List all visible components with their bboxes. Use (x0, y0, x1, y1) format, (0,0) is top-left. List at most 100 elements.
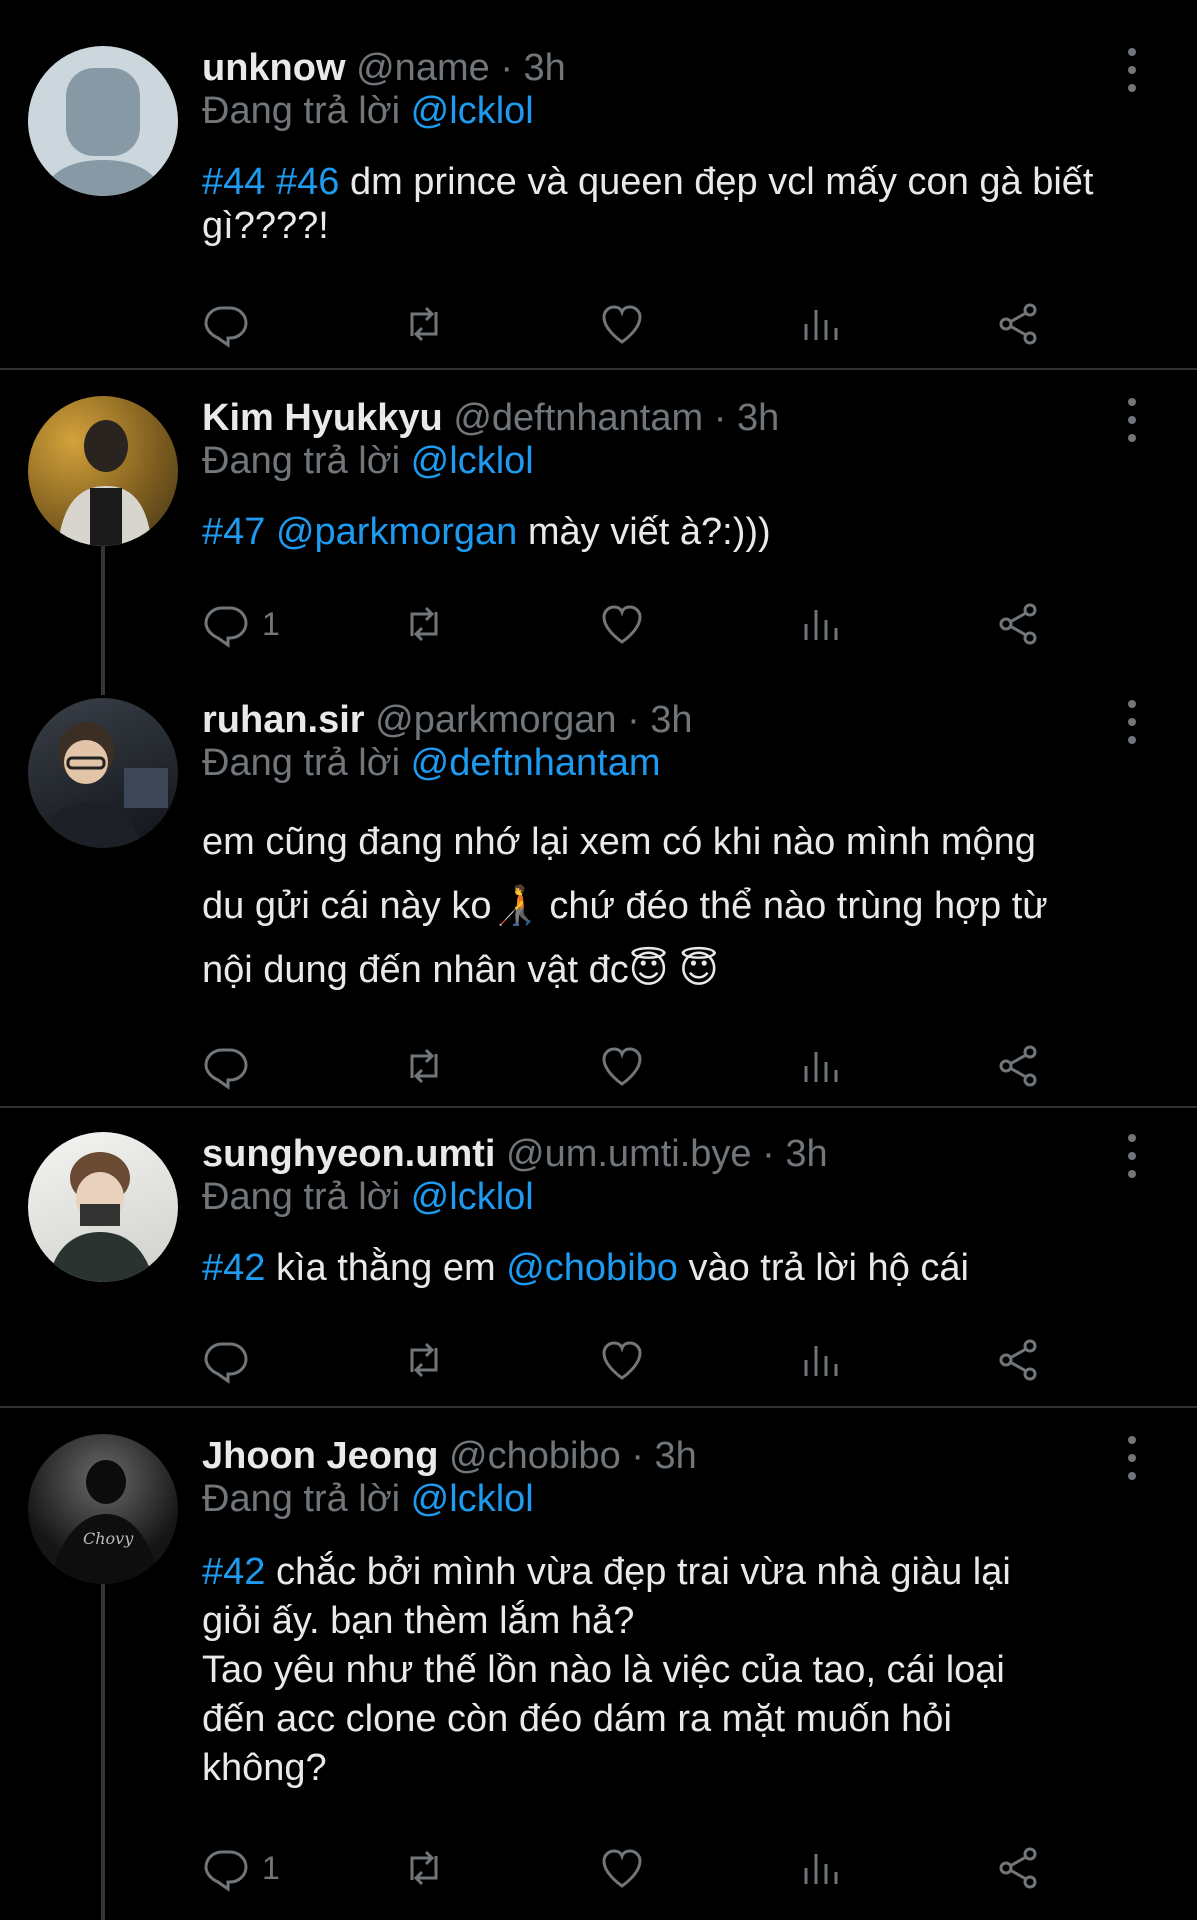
hashtag[interactable]: #46 (276, 161, 339, 203)
reply-button[interactable]: 1 (202, 1838, 280, 1898)
display-name[interactable]: sunghyeon.umti (202, 1133, 495, 1175)
retweet-icon (400, 600, 448, 648)
replying-prefix: Đang trả lời (202, 90, 401, 132)
tweet-line: giỏi ấy. bạn thèm lắm hả? (202, 1600, 635, 1642)
tweet-line: đến acc clone còn đéo dám ra mặt muốn hỏ… (202, 1698, 952, 1740)
avatar[interactable] (28, 46, 178, 196)
like-button[interactable] (598, 1036, 646, 1096)
default-profile-icon (42, 68, 164, 196)
share-button[interactable] (994, 1036, 1042, 1096)
more-options-icon[interactable] (1117, 398, 1147, 442)
views-button[interactable] (796, 1330, 844, 1390)
reply-button[interactable] (202, 1036, 250, 1096)
timestamp[interactable]: 3h (650, 699, 692, 741)
retweet-button[interactable] (400, 1330, 448, 1390)
separator-dot: · (500, 47, 513, 89)
tweet-line: không? (202, 1747, 327, 1789)
reply-icon (202, 1336, 250, 1384)
avatar[interactable] (28, 698, 178, 848)
tweet-body: mày viết à?:))) (527, 511, 771, 553)
hashtag[interactable]: #44 (202, 161, 265, 203)
like-button[interactable] (598, 594, 646, 654)
hashtag[interactable]: #42 (202, 1551, 265, 1593)
display-name[interactable]: unknow (202, 47, 346, 89)
tweet-text: #42 kìa thằng em @chobibo vào trả lời hộ… (202, 1246, 1162, 1290)
divider (0, 1406, 1197, 1408)
user-handle[interactable]: @deftnhantam (453, 397, 703, 439)
reply-to-handle[interactable]: @lcklol (411, 440, 534, 482)
hashtag[interactable]: #47 (202, 511, 265, 553)
reply-button[interactable] (202, 294, 250, 354)
retweet-button[interactable] (400, 594, 448, 654)
thread-connector (101, 1584, 105, 1920)
replying-to: Đang trả lời @deftnhantam (202, 742, 661, 785)
retweet-button[interactable] (400, 1838, 448, 1898)
reply-button[interactable]: 1 (202, 594, 280, 654)
hashtag[interactable]: #42 (202, 1247, 265, 1289)
views-button[interactable] (796, 294, 844, 354)
heart-icon (598, 1844, 646, 1892)
timestamp[interactable]: 3h (785, 1133, 827, 1175)
separator-dot: · (627, 699, 640, 741)
like-button[interactable] (598, 1330, 646, 1390)
timestamp[interactable]: 3h (524, 47, 566, 89)
retweet-button[interactable] (400, 1036, 448, 1096)
reply-to-handle[interactable]: @lcklol (411, 1478, 534, 1520)
divider (0, 1106, 1197, 1108)
share-button[interactable] (994, 294, 1042, 354)
reply-to-handle[interactable]: @lcklol (411, 90, 534, 132)
avatar[interactable]: Chovy (28, 1434, 178, 1584)
timestamp[interactable]: 3h (737, 397, 779, 439)
more-options-icon[interactable] (1117, 1436, 1147, 1480)
thread-connector (101, 545, 105, 695)
user-handle[interactable]: @name (356, 47, 490, 89)
tweet-line: em cũng đang nhớ lại xem có khi nào mình… (202, 821, 1036, 863)
views-button[interactable] (796, 1036, 844, 1096)
share-button[interactable] (994, 1330, 1042, 1390)
replying-to: Đang trả lời @lcklol (202, 1478, 534, 1521)
display-name[interactable]: Kim Hyukkyu (202, 397, 443, 439)
separator-dot: · (631, 1435, 644, 1477)
retweet-button[interactable] (400, 294, 448, 354)
share-button[interactable] (994, 594, 1042, 654)
avatar[interactable] (28, 396, 178, 546)
user-handle[interactable]: @chobibo (449, 1435, 621, 1477)
reply-count: 1 (262, 605, 280, 642)
user-handle[interactable]: @um.umti.bye (506, 1133, 752, 1175)
more-options-icon[interactable] (1117, 48, 1147, 92)
like-button[interactable] (598, 294, 646, 354)
reply-button[interactable] (202, 1330, 250, 1390)
reply-count: 1 (262, 1849, 280, 1886)
reply-to-handle[interactable]: @deftnhantam (411, 742, 661, 784)
views-icon (796, 300, 844, 348)
user-handle[interactable]: @parkmorgan (375, 699, 616, 741)
retweet-icon (400, 300, 448, 348)
mention[interactable]: @parkmorgan (276, 511, 517, 553)
display-name[interactable]: ruhan.sir (202, 699, 365, 741)
timestamp[interactable]: 3h (654, 1435, 696, 1477)
replying-to: Đang trả lời @lcklol (202, 90, 534, 133)
action-bar (202, 1330, 1082, 1390)
tweet-text: #42 chắc bởi mình vừa đẹp trai vừa nhà g… (202, 1548, 1162, 1793)
share-button[interactable] (994, 1838, 1042, 1898)
more-options-icon[interactable] (1117, 1134, 1147, 1178)
reply-to-handle[interactable]: @lcklol (411, 1176, 534, 1218)
action-bar (202, 1036, 1082, 1096)
views-button[interactable] (796, 1838, 844, 1898)
tweet-text: #44 #46 dm prince và queen đẹp vcl mấy c… (202, 160, 1162, 248)
replying-to: Đang trả lời @lcklol (202, 1176, 534, 1219)
display-name[interactable]: Jhoon Jeong (202, 1435, 438, 1477)
more-options-icon[interactable] (1117, 700, 1147, 744)
tweet-text: #47 @parkmorgan mày viết à?:))) (202, 510, 1162, 554)
avatar[interactable] (28, 1132, 178, 1282)
tweet-line: nội dung đến nhân vật đc😇 😇 (202, 949, 719, 991)
views-button[interactable] (796, 594, 844, 654)
person-photo-icon (38, 722, 168, 848)
like-button[interactable] (598, 1838, 646, 1898)
tweet-body: vào trả lời hộ cái (688, 1247, 969, 1289)
retweet-icon (400, 1042, 448, 1090)
mention[interactable]: @chobibo (506, 1247, 678, 1289)
reply-icon (202, 600, 250, 648)
replying-to: Đang trả lời @lcklol (202, 440, 534, 483)
views-icon (796, 1844, 844, 1892)
